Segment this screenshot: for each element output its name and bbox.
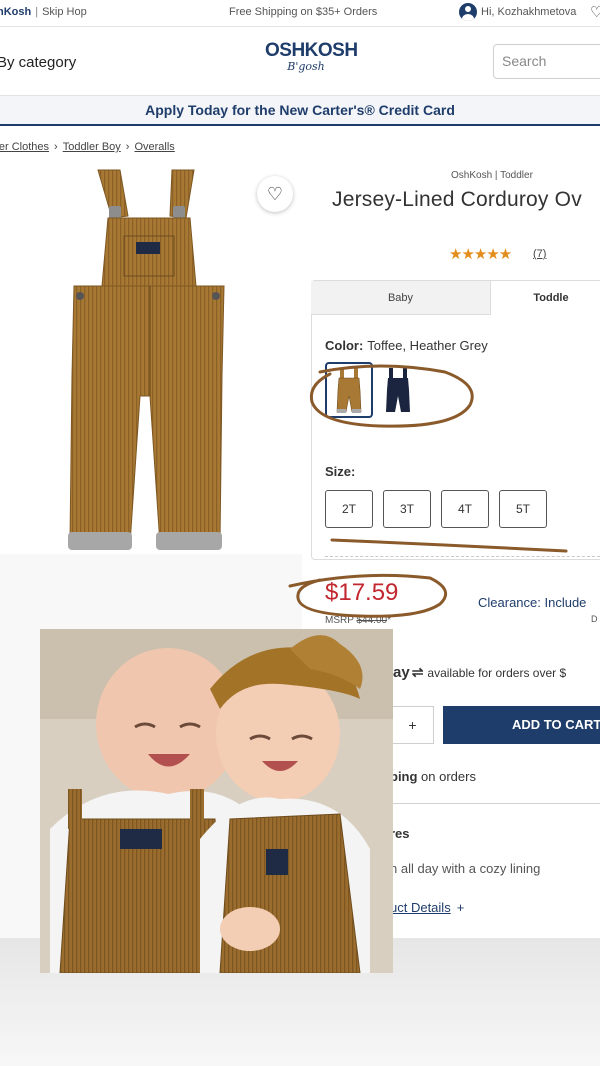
quantity-increase-button[interactable]: + [392, 706, 434, 744]
breadcrumb-link[interactable]: Toddler Boy [63, 141, 121, 153]
sale-price: $17.59 [325, 579, 399, 606]
feature-text: n all day with a cozy lining [390, 861, 541, 876]
search-input[interactable]: Search [493, 44, 600, 79]
brand-link-oshkosh[interactable]: hKosh [0, 6, 31, 18]
features-divider [390, 803, 600, 804]
expand-plus-icon: + [456, 900, 465, 915]
credit-card-promo-banner[interactable]: Apply Today for the New Carter's® Credit… [0, 96, 600, 126]
brand-switcher: hKosh | Skip Hop [0, 6, 87, 18]
breadcrumb-link[interactable]: ller Clothes [0, 141, 49, 153]
afterpay-loop-icon: ⇌ [411, 664, 424, 680]
breadcrumb-link[interactable]: Overalls [134, 141, 174, 153]
shipping-rest: on orders [417, 769, 476, 784]
msrp-value: $44.00 [356, 615, 388, 626]
section-divider [325, 556, 600, 557]
breadcrumb-chevron-icon: › [125, 141, 130, 153]
color-value: Toffee, Heather Grey [367, 338, 488, 353]
logo-wordmark: OSHKOSH [265, 40, 358, 61]
product-details-toggle[interactable]: uct Details + [390, 900, 464, 915]
size-option-5t[interactable]: 5T [499, 490, 547, 528]
utility-bar: hKosh | Skip Hop Free Shipping on $35+ Ord… [0, 0, 600, 26]
site-header: By category OSHKOSH B'gosh Search [0, 26, 600, 96]
brand-separator: | [35, 6, 39, 18]
breadcrumb: ller Clothes › Toddler Boy › Overalls [0, 141, 175, 153]
review-count-link[interactable]: (7) [533, 248, 546, 260]
oshkosh-logo[interactable]: OSHKOSH B'gosh [265, 40, 358, 74]
product-title: Jersey-Lined Corduroy Ov [332, 188, 582, 211]
size-option-3t[interactable]: 3T [383, 490, 431, 528]
msrp: MSRP $44.00* [325, 615, 391, 626]
tab-toddler[interactable]: Toddle [491, 281, 600, 315]
brand-link-skiphop[interactable]: Skip Hop [42, 6, 87, 18]
product-details-label: uct Details [390, 900, 451, 915]
add-to-cart-button[interactable]: ADD TO CART [443, 706, 600, 744]
favorites-heart-icon[interactable]: ♡ [590, 3, 600, 21]
account-greeting: Hi, Kozhakhmetova [481, 6, 577, 18]
afterpay-text: available for orders over $ [427, 666, 567, 680]
tab-baby[interactable]: Baby [311, 281, 491, 315]
rating-stars[interactable]: ★★★★★ [449, 245, 512, 263]
size-option-4t[interactable]: 4T [441, 490, 489, 528]
clearance-subnote: D [591, 614, 598, 624]
user-icon [459, 3, 477, 21]
color-label-key: Color: [325, 338, 364, 353]
product-brand: OshKosh | Toddler [451, 170, 533, 181]
babies-in-overalls-photo [40, 629, 393, 973]
size-option-2t[interactable]: 2T [325, 490, 373, 528]
free-shipping-banner[interactable]: Free Shipping on $35+ Orders [229, 6, 377, 18]
msrp-label: MSRP [325, 615, 354, 626]
account-menu[interactable]: Hi, Kozhakhmetova [459, 3, 576, 21]
color-label: Color: Toffee, Heather Grey [325, 338, 488, 353]
afterpay-message: rpay ⇌ available for orders over $ [378, 664, 566, 681]
clearance-note: Clearance: Include [478, 595, 587, 610]
breadcrumb-chevron-icon: › [54, 141, 58, 153]
product-image[interactable] [0, 166, 302, 554]
shop-by-category-menu[interactable]: By category [0, 54, 76, 71]
msrp-asterisk: * [387, 615, 391, 626]
shipping-bold: ping [390, 769, 418, 784]
swatch-navy[interactable] [374, 362, 422, 418]
shipping-message: ping on orders [390, 769, 476, 784]
wishlist-heart-icon[interactable]: ♡ [257, 176, 293, 212]
size-label: Size: [325, 464, 356, 479]
logo-script: B'gosh [287, 60, 325, 73]
swatch-toffee[interactable] [325, 362, 373, 418]
size-range-tabs: Baby Toddle [311, 281, 600, 315]
